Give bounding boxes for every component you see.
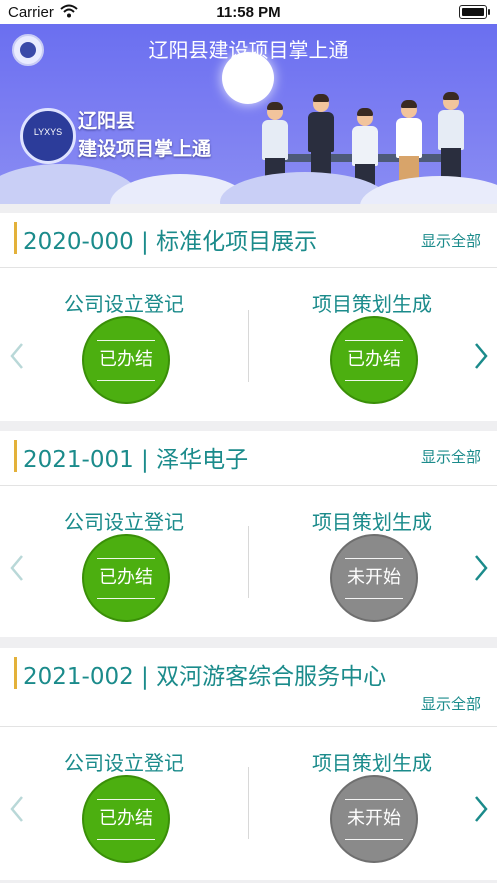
step-name: 项目策划生成	[312, 510, 432, 534]
step-carousel[interactable]: 公司设立登记 已办结 项目策划生成 已办结	[0, 268, 497, 424]
step-name: 项目策划生成	[312, 292, 432, 316]
step-name: 公司设立登记	[64, 292, 184, 316]
step-status-badge[interactable]: 已办结	[82, 534, 170, 622]
banner-brand-line2: 建设项目掌上通	[78, 138, 212, 160]
step-status-badge[interactable]: 未开始	[330, 534, 418, 622]
project-header: 2021-001 | 泽华电子 显示全部	[0, 431, 497, 485]
county-seal-logo: LYXYS	[20, 108, 76, 164]
step-status-badge[interactable]: 已办结	[330, 316, 418, 404]
seal-text: LYXYS	[33, 127, 63, 137]
banner-brand-line1: 辽阳县	[78, 110, 136, 132]
step-carousel[interactable]: 公司设立登记 已办结 项目策划生成 未开始	[0, 727, 497, 883]
step-divider	[248, 526, 249, 598]
show-all-link[interactable]: 显示全部	[421, 230, 481, 251]
chevron-left-icon[interactable]	[2, 548, 32, 588]
title-accent-bar	[14, 657, 17, 689]
step-status-badge[interactable]: 未开始	[330, 775, 418, 863]
chevron-left-icon[interactable]	[2, 336, 32, 376]
cloud-decoration	[360, 176, 497, 204]
project-header: 2020-000 | 标准化项目展示 显示全部	[0, 213, 497, 267]
project-title: 2021-002 | 双河游客综合服务中心	[23, 664, 387, 690]
step-divider	[248, 767, 249, 839]
step-name: 项目策划生成	[312, 751, 432, 775]
title-accent-bar	[14, 440, 17, 472]
project-title: 2021-001 | 泽华电子	[23, 447, 249, 473]
battery-icon	[459, 5, 490, 19]
project-card[interactable]: 2020-000 | 标准化项目展示 显示全部 公司设立登记 已办结 项目策划生…	[0, 213, 497, 421]
project-card[interactable]: 2021-002 | 双河游客综合服务中心 显示全部 公司设立登记 已办结 项目…	[0, 648, 497, 880]
show-all-link[interactable]: 显示全部	[421, 693, 481, 714]
step-status-badge[interactable]: 已办结	[82, 775, 170, 863]
step-name: 公司设立登记	[64, 751, 184, 775]
project-card[interactable]: 2021-001 | 泽华电子 显示全部 公司设立登记 已办结 项目策划生成 未…	[0, 431, 497, 637]
moon-decoration	[222, 52, 274, 104]
step-carousel[interactable]: 公司设立登记 已办结 项目策划生成 未开始	[0, 486, 497, 642]
step-status-badge[interactable]: 已办结	[82, 316, 170, 404]
step-name: 公司设立登记	[64, 510, 184, 534]
chevron-left-icon[interactable]	[2, 789, 32, 829]
chevron-right-icon[interactable]	[466, 548, 496, 588]
title-accent-bar	[14, 222, 17, 254]
step-divider	[248, 310, 249, 382]
chevron-right-icon[interactable]	[466, 789, 496, 829]
project-header: 2021-002 | 双河游客综合服务中心 显示全部	[0, 648, 497, 728]
project-title: 2020-000 | 标准化项目展示	[23, 229, 318, 255]
chevron-right-icon[interactable]	[466, 336, 496, 376]
header-banner: 辽阳县建设项目掌上通 LYXYS 辽阳县 建设项目掌上通	[0, 24, 497, 204]
clock: 11:58 PM	[216, 4, 281, 21]
show-all-link[interactable]: 显示全部	[421, 446, 481, 467]
status-bar: Carrier 11:58 PM	[0, 0, 497, 24]
